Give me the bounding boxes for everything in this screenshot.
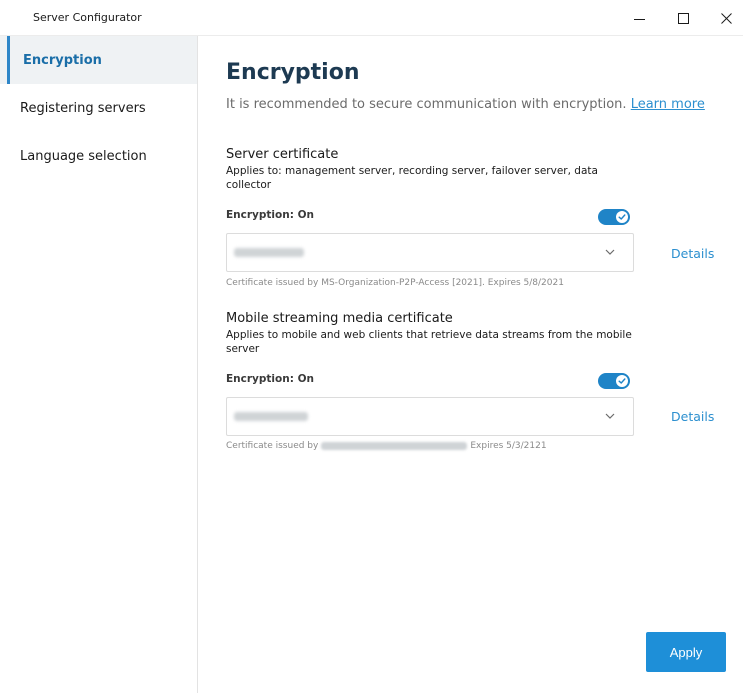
server-certificate-description: Applies to: management server, recording… [226,165,598,191]
sidebar-item-label: Registering servers [20,100,146,116]
certificate-value-redacted [234,412,308,421]
mobile-certificate-description: Applies to mobile and web clients that r… [226,329,632,355]
sidebar-item-encryption[interactable]: Encryption [0,36,197,84]
server-certificate-title: Server certificate [226,147,339,162]
cert-info-prefix: Certificate issued by [226,441,319,451]
mobile-encryption-label: Encryption: On [226,373,314,385]
chevron-down-icon [605,413,615,419]
window-title: Server Configurator [33,11,142,24]
minimize-icon [633,18,645,20]
server-certificate-info: Certificate issued by MS-Organization-P2… [226,278,564,288]
server-encryption-label: Encryption: On [226,209,314,221]
mobile-details-link[interactable]: Details [671,409,714,424]
chevron-down-icon [605,249,615,255]
issuer-redacted [321,441,468,450]
apply-button[interactable]: Apply [646,632,726,672]
minimize-button[interactable] [617,0,661,36]
cert-info-suffix: Expires 5/3/2121 [470,441,547,451]
mobile-certificate-title: Mobile streaming media certificate [226,311,453,326]
page-subtitle: It is recommended to secure communicatio… [226,97,705,112]
check-icon [618,378,626,384]
sidebar-item-label: Language selection [20,148,147,164]
toggle-knob [616,211,628,223]
learn-more-link[interactable]: Learn more [631,97,705,112]
sidebar: Encryption Registering servers Language … [0,36,198,693]
server-details-link[interactable]: Details [671,246,714,261]
maximize-icon [677,12,689,24]
toggle-knob [616,375,628,387]
main-content: Encryption It is recommended to secure c… [198,36,743,693]
maximize-button[interactable] [661,0,705,36]
sidebar-item-label: Encryption [23,52,102,68]
certificate-value-redacted [234,248,304,257]
mobile-certificate-select[interactable] [226,397,634,436]
server-certificate-select[interactable] [226,233,634,272]
sidebar-item-registering-servers[interactable]: Registering servers [0,84,197,132]
sidebar-item-language-selection[interactable]: Language selection [0,132,197,180]
check-icon [618,214,626,220]
server-encryption-toggle[interactable] [598,209,630,225]
title-bar: Server Configurator [0,0,743,36]
close-icon [720,12,732,24]
close-button[interactable] [704,0,743,36]
mobile-encryption-toggle[interactable] [598,373,630,389]
page-title: Encryption [226,60,360,85]
mobile-certificate-info: Certificate issued by Expires 5/3/2121 [226,441,547,451]
subtitle-text: It is recommended to secure communicatio… [226,97,627,112]
